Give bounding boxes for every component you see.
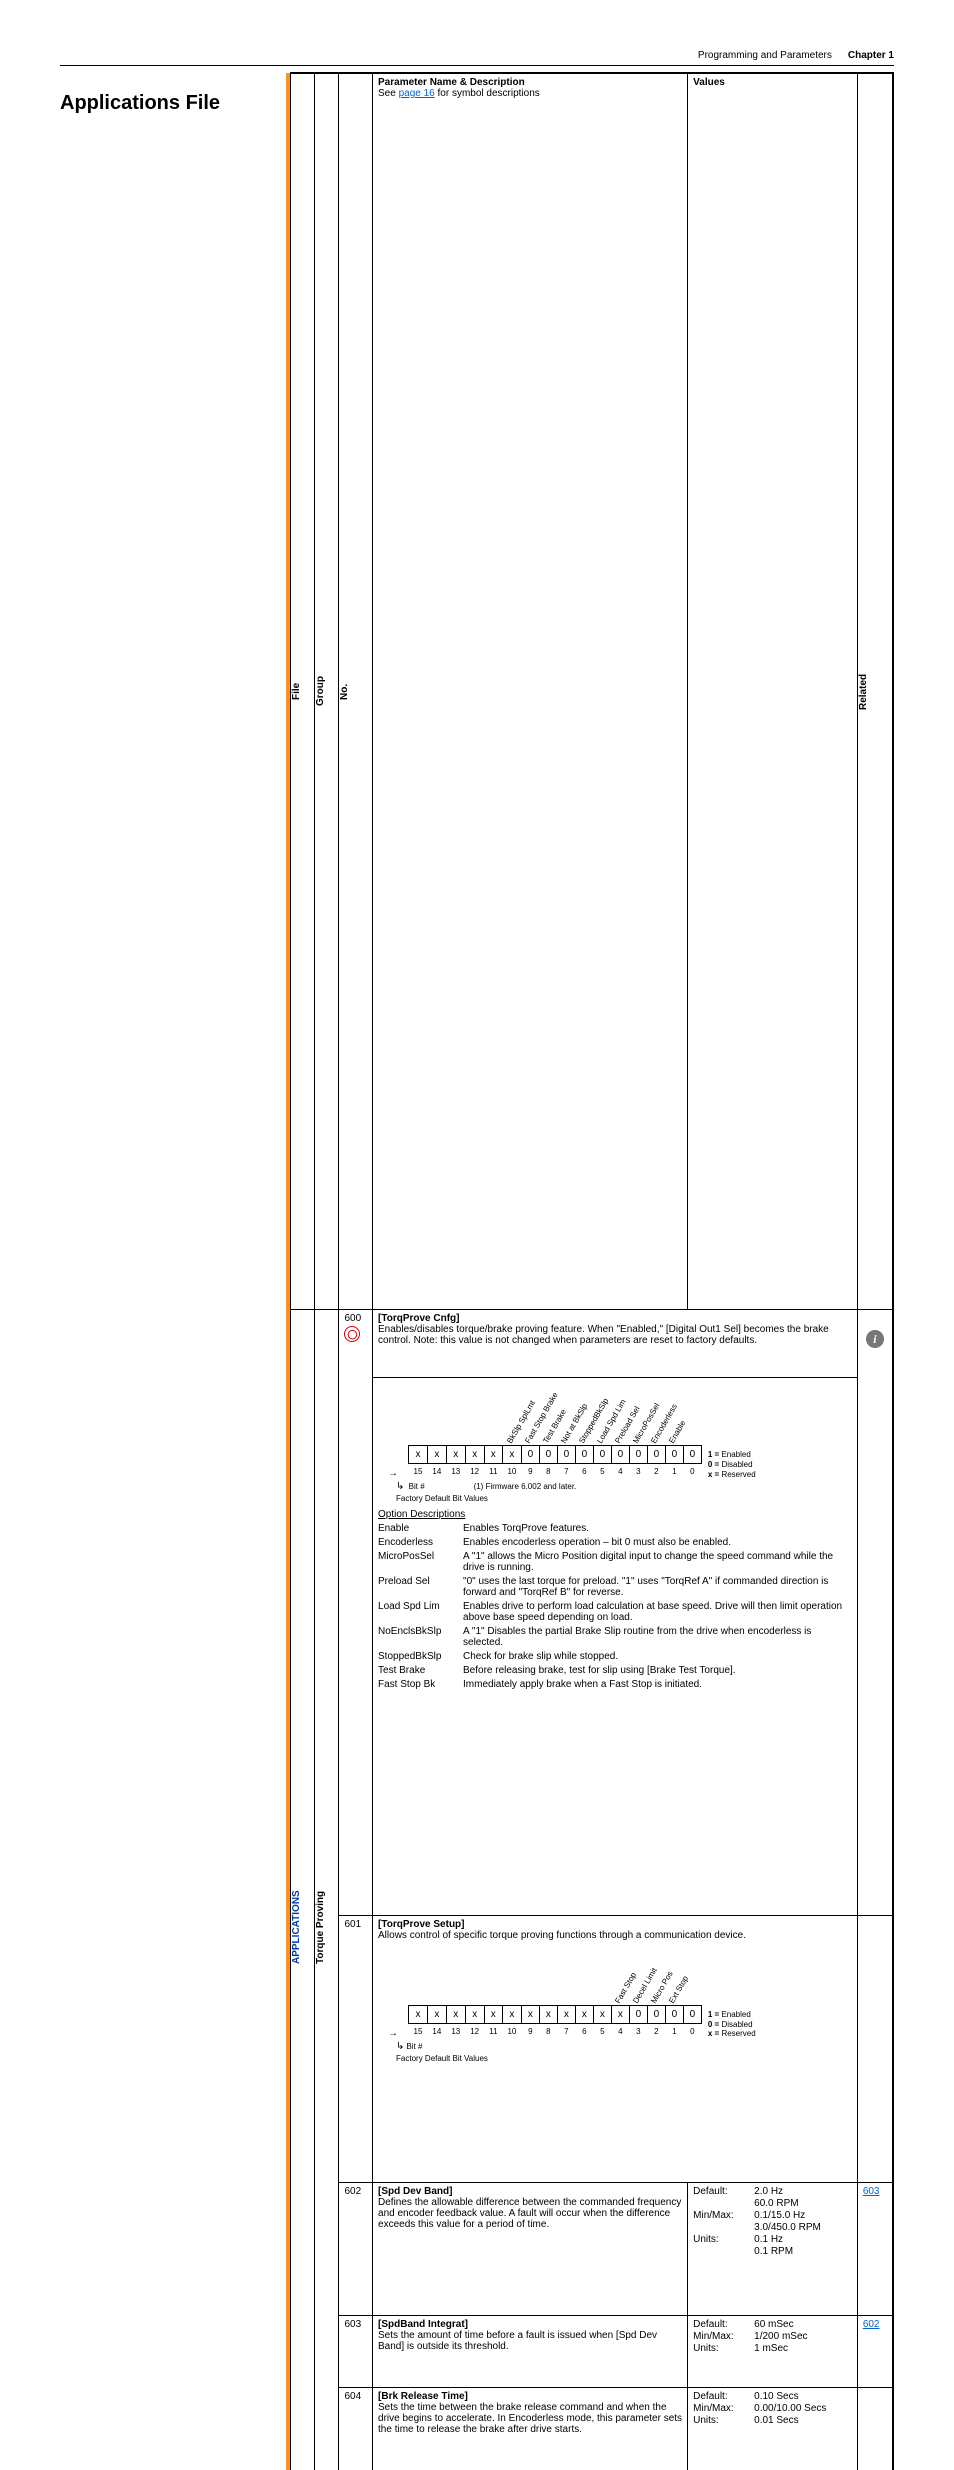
col-file: File xyxy=(291,74,302,1309)
related-602[interactable]: 602 xyxy=(863,2319,880,2330)
p603-name: [SpdBand Integrat] xyxy=(378,2319,682,2330)
col-values: Values xyxy=(688,74,858,1310)
option-label: Preload Sel xyxy=(378,1576,463,1598)
header-section: Programming and Parameters xyxy=(698,50,832,61)
p601-desc: Allows control of specific torque provin… xyxy=(378,1930,852,1941)
option-label: StoppedBkSlp xyxy=(378,1651,463,1662)
col-param: Parameter Name & Description xyxy=(378,77,682,88)
option-desc: Immediately apply brake when a Fast Stop… xyxy=(463,1679,852,1690)
option-label: MicroPosSel xyxy=(378,1551,463,1573)
p600-name: [TorqProve Cnfg] xyxy=(378,1313,852,1324)
group-label: Torque Proving xyxy=(315,1310,326,2470)
p601-name: [TorqProve Setup] xyxy=(378,1919,852,1930)
p601-bit-diagram: Fast Stop Decel Limit Micro Pos Ext Stop… xyxy=(388,1947,852,2063)
option-desc: "0" uses the last torque for preload. "1… xyxy=(463,1576,852,1598)
p604-no: 604 xyxy=(339,2387,373,2470)
option-label: NoEnclsBkSlp xyxy=(378,1626,463,1648)
option-desc: Enables TorqProve features. xyxy=(463,1523,852,1534)
option-descriptions-heading: Option Descriptions xyxy=(378,1509,852,1520)
section-title: Applications File xyxy=(60,92,290,115)
option-desc: A "1" Disables the partial Brake Slip ro… xyxy=(463,1626,852,1648)
p604-desc: Sets the time between the brake release … xyxy=(378,2402,682,2435)
page16-link[interactable]: page 16 xyxy=(399,88,435,99)
option-desc: A "1" allows the Micro Position digital … xyxy=(463,1551,852,1573)
p604-name: [Brk Release Time] xyxy=(378,2391,682,2402)
p602-desc: Defines the allowable difference between… xyxy=(378,2197,682,2230)
p600-no: 600 xyxy=(344,1313,367,1324)
option-label: Fast Stop Bk xyxy=(378,1679,463,1690)
option-desc: Enables drive to perform load calculatio… xyxy=(463,1601,852,1623)
option-label: Enable xyxy=(378,1523,463,1534)
p602-name: [Spd Dev Band] xyxy=(378,2186,682,2197)
orange-stripe xyxy=(286,73,290,2470)
p603-desc: Sets the amount of time before a fault i… xyxy=(378,2330,682,2352)
col-no: No. xyxy=(339,74,350,1309)
option-desc: Enables encoderless operation – bit 0 mu… xyxy=(463,1537,852,1548)
option-label: Test Brake xyxy=(378,1665,463,1676)
param-sub-pre: See xyxy=(378,88,399,99)
option-label: Encoderless xyxy=(378,1537,463,1548)
parameters-table: File Group No. Parameter Name & Descript… xyxy=(290,73,893,2470)
p600-bit-diagram: BkSlp SplLmt Fast Stop Brake Test Brake … xyxy=(388,1387,852,1503)
option-desc: Before releasing brake, test for slip us… xyxy=(463,1665,852,1676)
p601-no: 601 xyxy=(339,1916,373,2183)
col-related: Related xyxy=(858,74,869,1309)
file-label: APPLICATIONS xyxy=(291,1310,302,2470)
param-sub-post: for symbol descriptions xyxy=(435,88,540,99)
p602-no: 602 xyxy=(339,2183,373,2316)
header-chapter: Chapter 1 xyxy=(848,50,894,61)
stop-drive-icon: ◯ xyxy=(344,1326,360,1342)
option-desc: Check for brake slip while stopped. xyxy=(463,1651,852,1662)
related-603[interactable]: 603 xyxy=(863,2186,880,2197)
p603-no: 603 xyxy=(339,2316,373,2388)
info-icon: i xyxy=(866,1330,884,1348)
p600-desc: Enables/disables torque/brake proving fe… xyxy=(378,1324,852,1346)
option-label: Load Spd Lim xyxy=(378,1601,463,1623)
col-group: Group xyxy=(315,74,326,1309)
